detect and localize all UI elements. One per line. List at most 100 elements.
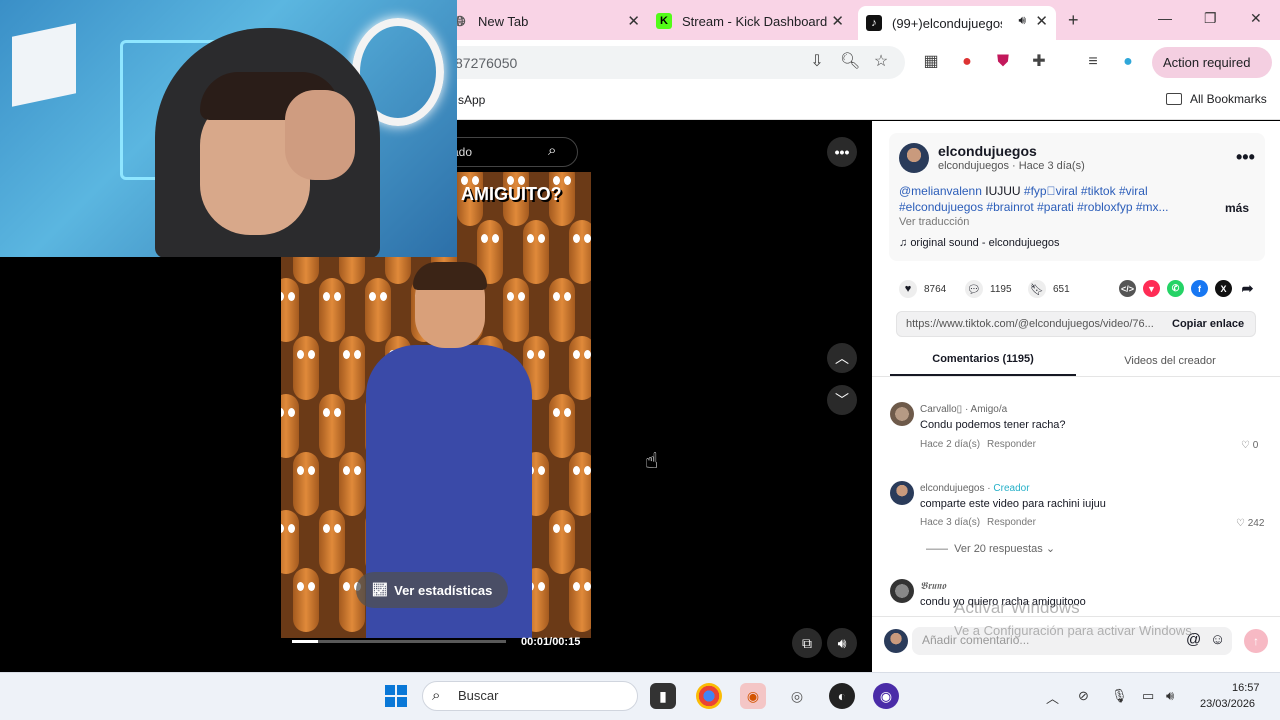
tab-creator-videos[interactable]: Videos del creador — [1090, 355, 1250, 367]
tab-tiktok[interactable]: ♪ (99+)elcondujuegos 🔊︎ ✕ — [858, 6, 1056, 40]
background-character — [319, 394, 345, 458]
action-required-button[interactable]: Action required ⋮ — [1152, 47, 1272, 101]
tab-kick[interactable]: K Stream - Kick Dashboard ✕ — [656, 6, 852, 36]
facebook-icon[interactable]: f — [1191, 280, 1208, 297]
show-more-button[interactable]: más — [1225, 201, 1249, 215]
microphone-icon[interactable]: 🎙︎ — [1111, 688, 1128, 704]
background-character — [339, 452, 365, 516]
x-icon[interactable]: X — [1215, 280, 1232, 297]
background-character — [293, 452, 319, 516]
view-stats-button[interactable]: 📈︎ Ver estadísticas — [356, 572, 508, 608]
floating-player-icon[interactable]: ⧉ — [792, 628, 822, 658]
close-tab-icon[interactable]: ✕ — [1035, 12, 1048, 30]
chevron-down-icon[interactable]: ﹀ — [827, 385, 857, 415]
comment-time: Hace 2 día(s) — [920, 439, 981, 450]
comment-avatar[interactable] — [890, 481, 914, 505]
embed-icon[interactable]: </> — [1119, 280, 1136, 297]
close-tab-icon[interactable]: ✕ — [627, 12, 640, 30]
copy-link-button[interactable]: Copiar enlace — [1172, 318, 1244, 330]
obs-icon[interactable]: ◐ — [829, 683, 855, 709]
minimize-icon[interactable]: — — [1158, 10, 1172, 26]
tab-new-tab[interactable]: 🌐︎ New Tab ✕ — [452, 6, 648, 36]
extension-red-icon[interactable]: ● — [958, 53, 976, 71]
install-app-icon[interactable]: ⇩ — [808, 53, 826, 71]
chart-icon: 📈︎ — [371, 582, 389, 597]
tab-label: New Tab — [478, 13, 529, 29]
close-tab-icon[interactable]: ✕ — [831, 12, 844, 30]
reply-button[interactable]: Responder — [987, 517, 1036, 528]
search-icon[interactable]: ⌕ — [548, 142, 556, 159]
bookmark-star-icon[interactable]: ☆ — [872, 53, 890, 71]
active-tab-indicator — [890, 374, 1076, 376]
tiktok-icon: ♪ — [866, 15, 882, 31]
brave-app-icon[interactable]: ◉ — [740, 683, 766, 709]
comment-avatar[interactable] — [890, 579, 914, 603]
post-more-icon[interactable]: ••• — [1236, 147, 1255, 168]
tab-comments[interactable]: Comentarios (1195) — [890, 353, 1076, 365]
comment-avatar[interactable] — [890, 402, 914, 426]
speaker-icon[interactable]: 🔊︎ — [1018, 13, 1026, 28]
extensions-icon[interactable]: ✚ — [1030, 53, 1048, 71]
save-button[interactable]: 🔖︎ 651 — [1028, 280, 1070, 298]
mention-link[interactable]: @melianvalenn — [899, 184, 982, 198]
comment-like-button[interactable]: ♡ 242 — [1236, 518, 1264, 529]
softbox-light — [12, 23, 76, 107]
hashtags-line2[interactable]: #elcondujuegos #brainrot #parati #roblox… — [899, 200, 1169, 214]
volume-tray-icon[interactable]: 🔊︎ — [1166, 688, 1174, 704]
tab-label: Stream - Kick Dashboard — [682, 13, 828, 29]
bookmark-item[interactable]: sApp — [458, 93, 485, 107]
emoji-icon[interactable]: ☺ — [1210, 631, 1225, 648]
app-icon[interactable]: ◎ — [784, 683, 810, 709]
music-note-icon: ♫ — [899, 237, 908, 249]
sound-link[interactable]: ♫ original sound - elcondujuegos — [899, 237, 1060, 249]
more-options-icon[interactable]: ••• — [827, 137, 857, 167]
restore-icon[interactable]: ❐ — [1204, 10, 1217, 27]
background-character — [293, 336, 319, 400]
comment-username[interactable]: elcondujuegos · Creador — [920, 483, 1030, 494]
chevron-up-icon[interactable]: ︿ — [827, 343, 857, 373]
video-caption: AMIGUITO? — [461, 184, 562, 204]
tray-chevron-up-icon[interactable]: ︿ — [1046, 688, 1059, 707]
kick-icon: K — [656, 13, 672, 29]
video-time: 00:01/00:15 — [521, 636, 581, 648]
video-progress-track[interactable] — [292, 640, 506, 643]
view-replies-button[interactable]: —— Ver 20 respuestas ⌄ — [926, 542, 1055, 555]
like-button[interactable]: ♥ 8764 — [899, 280, 946, 298]
taskbar-search[interactable] — [422, 681, 638, 711]
display-icon[interactable]: ▭ — [1142, 688, 1154, 704]
shield-extension-icon[interactable]: ⛊ — [994, 53, 1012, 71]
share-tiktok-icon[interactable]: ▼ — [1143, 280, 1160, 297]
windows-start-icon[interactable] — [385, 685, 407, 707]
new-tab-button[interactable]: + — [1068, 10, 1079, 31]
hashtags-line1[interactable]: #fyp゚viral #tiktok #viral — [1024, 184, 1148, 198]
chrome-icon[interactable] — [696, 683, 722, 709]
sound-label: original sound - elcondujuegos — [910, 237, 1060, 249]
media-control-icon[interactable]: ≡ — [1084, 53, 1102, 71]
creator-badge: Creador — [993, 483, 1030, 494]
network-off-icon[interactable]: ⊘ — [1078, 688, 1089, 704]
comment-user-suffix: · Amigo/a — [962, 404, 1008, 415]
volume-icon[interactable]: 🔊︎ — [827, 628, 857, 658]
reply-button[interactable]: Responder — [987, 439, 1036, 450]
all-bookmarks-button[interactable]: All Bookmarks — [1166, 92, 1267, 106]
comment-username[interactable]: 𝕭𝖗𝖚𝖓𝖔 — [920, 581, 946, 592]
whatsapp-icon[interactable]: ✆ — [1167, 280, 1184, 297]
clock-time[interactable]: 16:57 — [1232, 682, 1260, 694]
qr-icon[interactable]: ▦ — [922, 53, 940, 71]
author-name[interactable]: elcondujuegos — [938, 143, 1037, 159]
webcam-overlay — [0, 0, 457, 257]
comment-button[interactable]: 💬︎ 1195 — [965, 280, 1012, 298]
see-translation-link[interactable]: Ver traducción — [899, 216, 969, 228]
app-purple-icon[interactable]: ◉ — [873, 683, 899, 709]
zoom-icon[interactable]: 🔍︎ — [840, 53, 860, 71]
author-avatar[interactable] — [899, 143, 929, 173]
task-view-icon[interactable]: ▮ — [650, 683, 676, 709]
clock-date[interactable]: 23/03/2026 — [1200, 698, 1255, 710]
share-arrow-icon[interactable]: ➦ — [1239, 280, 1256, 297]
background-character — [319, 510, 345, 574]
comment-username[interactable]: Carvallo▯ · Amigo/a — [920, 404, 1007, 415]
profile-icon[interactable]: ● — [1119, 53, 1137, 71]
close-window-icon[interactable]: ✕ — [1250, 10, 1262, 27]
send-icon[interactable]: ↑ — [1244, 629, 1268, 653]
comment-like-button[interactable]: ♡ 0 — [1241, 440, 1258, 451]
